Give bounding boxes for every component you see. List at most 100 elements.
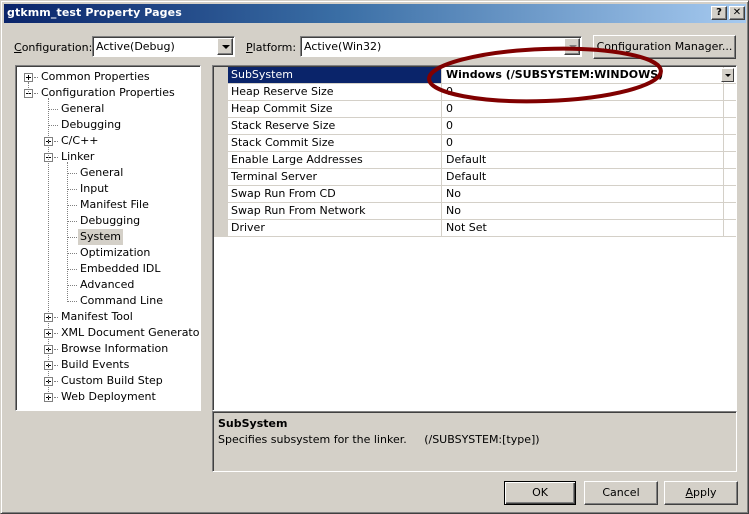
tree-item-manifest-tool[interactable]: Manifest Tool [59,309,135,325]
property-row[interactable]: Stack Commit Size 0 [228,135,736,152]
property-row[interactable]: Enable Large Addresses Default [228,152,736,169]
property-tree[interactable]: Common Properties Configuration Propertie… [15,65,201,411]
tree-item-xml-document-generator[interactable]: XML Document Generator [59,325,200,341]
title-bar[interactable]: gtkmm_test Property Pages ? ✕ [4,4,746,23]
close-button[interactable]: ✕ [729,6,745,20]
chevron-down-icon[interactable] [217,38,233,55]
property-row[interactable]: SubSystem Windows (/SUBSYSTEM:WINDOWS) [228,67,736,84]
property-name[interactable]: Heap Commit Size [228,101,442,117]
tree-connector [54,397,58,398]
property-name[interactable]: Stack Commit Size [228,135,442,151]
tree-connector [67,253,77,254]
chevron-down-icon[interactable] [564,38,580,55]
tree-connector [48,98,49,398]
property-row[interactable]: Swap Run From CD No [228,186,736,203]
property-value[interactable]: 0 [443,84,736,100]
property-name[interactable]: Swap Run From CD [228,186,442,202]
window-title: gtkmm_test Property Pages [7,6,182,19]
tree-connector [67,189,77,190]
property-value[interactable]: No [443,186,736,202]
property-value[interactable]: Not Set [443,220,736,236]
property-name[interactable]: Heap Reserve Size [228,84,442,100]
tree-item-c-c-[interactable]: C/C++ [59,133,101,149]
tree-item-custom-build-step[interactable]: Custom Build Step [59,373,165,389]
property-name[interactable]: SubSystem [228,67,442,83]
tree-item-configuration-properties[interactable]: Configuration Properties [39,85,177,101]
property-row[interactable]: Driver Not Set [228,220,736,237]
chevron-down-icon[interactable] [721,68,734,82]
tree-connector [54,349,58,350]
property-row[interactable]: Terminal Server Default [228,169,736,186]
tree-connector [34,93,38,94]
platform-select[interactable]: Active(Win32) [300,36,582,57]
property-pages-dialog: gtkmm_test Property Pages ? ✕ Configurat… [0,0,749,514]
tree-item-input[interactable]: Input [78,181,110,197]
property-grid[interactable]: SubSystem Windows (/SUBSYSTEM:WINDOWS) Hea… [212,65,737,411]
property-value[interactable]: No [443,203,736,219]
property-name[interactable]: Enable Large Addresses [228,152,442,168]
property-row[interactable]: Stack Reserve Size 0 [228,118,736,135]
tree-connector [67,173,77,174]
tree-item-common-properties[interactable]: Common Properties [39,69,152,85]
description-panel: SubSystem Specifies subsystem for the li… [212,411,737,472]
apply-button[interactable]: Apply [664,481,738,505]
tree-connector [67,221,77,222]
tree-connector [54,381,58,382]
tree-connector [34,77,38,78]
tree-connector [54,141,58,142]
tree-item-optimization[interactable]: Optimization [78,245,152,261]
tree-item-web-deployment[interactable]: Web Deployment [59,389,158,405]
configuration-value: Active(Debug) [96,40,175,53]
tree-item-command-line[interactable]: Command Line [78,293,165,309]
property-name[interactable]: Stack Reserve Size [228,118,442,134]
property-row[interactable]: Heap Reserve Size 0 [228,84,736,101]
tree-item-system[interactable]: System [78,229,124,245]
help-button[interactable]: ? [711,6,727,20]
tree-connector [67,237,77,238]
description-title: SubSystem [218,417,288,430]
expand-icon[interactable] [24,73,33,82]
tree-connector [67,269,77,270]
tree-connector [67,301,77,302]
configuration-label: Configuration: [14,41,93,54]
tree-item-build-events[interactable]: Build Events [59,357,131,373]
property-row[interactable]: Swap Run From Network No [228,203,736,220]
cancel-button[interactable]: Cancel [584,481,658,505]
tree-item-debugging[interactable]: Debugging [78,213,142,229]
tree-item-linker[interactable]: Linker [59,149,96,165]
property-value[interactable]: Default [443,152,736,168]
property-name[interactable]: Driver [228,220,442,236]
tree-item-browse-information[interactable]: Browse Information [59,341,170,357]
description-text: Specifies subsystem for the linker. (/SU… [218,433,540,446]
grid-margin [214,67,228,237]
tree-connector [28,82,29,88]
tree-item-advanced[interactable]: Advanced [78,277,136,293]
tree-item-embedded-idl[interactable]: Embedded IDL [78,261,162,277]
tree-connector [48,125,58,126]
tree-connector [54,157,58,158]
tree-item-general[interactable]: General [59,101,106,117]
tree-connector [67,205,77,206]
tree-connector [67,162,68,302]
platform-value: Active(Win32) [304,40,382,53]
property-value[interactable]: 0 [443,135,736,151]
property-value[interactable]: 0 [443,118,736,134]
tree-connector [48,109,58,110]
property-value[interactable]: 0 [443,101,736,117]
tree-item-general[interactable]: General [78,165,125,181]
tree-connector [67,285,77,286]
property-value[interactable]: Default [443,169,736,185]
property-name[interactable]: Swap Run From Network [228,203,442,219]
property-value[interactable]: Windows (/SUBSYSTEM:WINDOWS) [443,67,736,83]
tree-connector [54,317,58,318]
platform-label: Platform: [246,41,297,54]
property-row[interactable]: Heap Commit Size 0 [228,101,736,118]
tree-item-manifest-file[interactable]: Manifest File [78,197,151,213]
property-name[interactable]: Terminal Server [228,169,442,185]
tree-item-debugging[interactable]: Debugging [59,117,123,133]
ok-button[interactable]: OK [504,481,576,505]
configuration-select[interactable]: Active(Debug) [92,36,235,57]
close-icon: ✕ [732,7,742,18]
configuration-manager-button[interactable]: Configuration Manager... [593,35,736,59]
tree-connector [54,333,58,334]
